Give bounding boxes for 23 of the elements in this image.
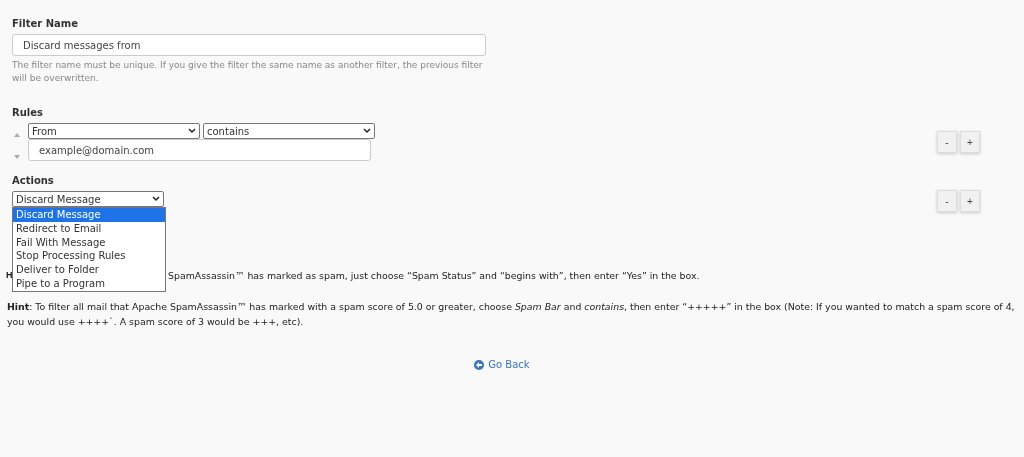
reorder-arrows-icon[interactable] bbox=[14, 131, 20, 161]
filter-name-field[interactable]: Discard messages from bbox=[12, 34, 486, 56]
go-back-link[interactable]: Go Back bbox=[474, 359, 530, 370]
section-label: Rules bbox=[12, 107, 44, 118]
dropdown-option[interactable]: Discard Message bbox=[13, 208, 165, 222]
hint-text: Hint: To filter all mail that Apache SpamAssassin™ has marked with a spam score of 5.0 or greater, choose Spam Bar and contains, then enter “+++++” in the box (Note: If you wanted to match a spam score of 4, you would use ++++`. A spam score of 3 would be +++, etc). bbox=[7, 300, 1016, 329]
caret-icon bbox=[363, 128, 371, 134]
help-text: The filter name must be unique. If you give the filter the same name as another filter, the previous filter will be overwritten. bbox=[12, 59, 484, 85]
operator-select[interactable]: contains bbox=[203, 123, 375, 139]
hint-text: H bbox=[6, 269, 13, 282]
caret-icon bbox=[188, 128, 196, 134]
back-arrow-icon bbox=[474, 359, 485, 370]
caret-icon bbox=[152, 196, 160, 202]
field-label: Filter Name bbox=[12, 18, 79, 29]
action-select[interactable]: Discard Message bbox=[12, 191, 164, 207]
rule-value-field[interactable]: example@domain.com bbox=[28, 139, 371, 161]
add-rule-button[interactable]: + bbox=[960, 131, 980, 153]
hint-text: SpamAssassin™ has marked as spam, just choose “Spam Status” and “begins with”, then enter “Yes” in the box. bbox=[168, 269, 700, 283]
add-action-button[interactable]: + bbox=[960, 190, 980, 212]
section-label: Actions bbox=[12, 175, 55, 186]
remove-rule-button[interactable]: - bbox=[937, 131, 957, 153]
remove-action-button[interactable]: - bbox=[937, 190, 957, 212]
field-select[interactable]: From bbox=[28, 123, 200, 139]
